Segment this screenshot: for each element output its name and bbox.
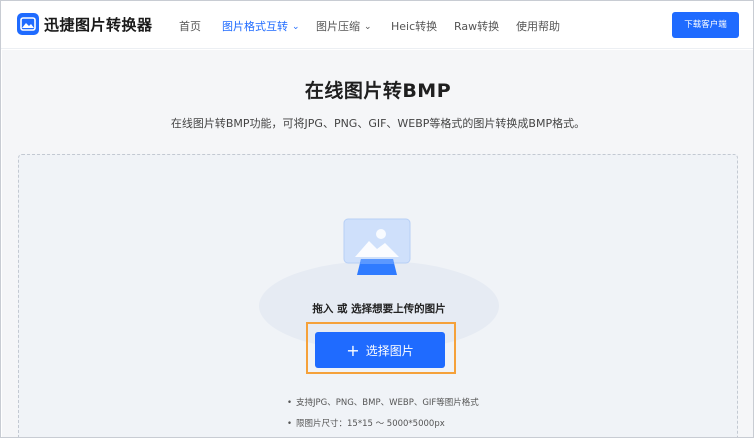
nav-raw[interactable]: Raw转换 [454, 18, 499, 34]
app-window: 迅捷图片转换器 首页 图片格式互转 ⌄ 图片压缩 ⌄ Heic转换 Raw转换 使用… [0, 0, 754, 438]
nav-compress[interactable]: 图片压缩 ⌄ [316, 18, 372, 34]
nav-heic-label: Heic转换 [391, 20, 438, 33]
image-upload-illustration [343, 218, 411, 275]
upload-dropzone[interactable]: 拖入 或 选择想要上传的图片 + 选择图片 • 支持JPG、PNG、BMP、WEBP… [18, 154, 738, 437]
main-content: 在线图片转BMP 在线图片转BMP功能，可将JPG、PNG、GIF、WEBP等格… [2, 50, 753, 437]
brand-name[interactable]: 迅捷图片转换器 [44, 14, 153, 35]
nav-raw-label: Raw转换 [454, 20, 500, 33]
bullet-icon: • [287, 398, 293, 408]
nav-home[interactable]: 首页 [179, 18, 201, 34]
dropzone-instruction: 拖入 或 选择想要上传的图片 [312, 303, 446, 315]
select-image-label: 选择图片 [365, 344, 414, 358]
nav-compress-label: 图片压缩 [316, 20, 360, 33]
nav-help-label: 使用帮助 [516, 20, 560, 33]
plus-icon: + [346, 341, 360, 360]
page-title: 在线图片转BMP [304, 80, 452, 102]
nav-format-convert[interactable]: 图片格式互转 ⌄ [222, 18, 300, 34]
nav-heic[interactable]: Heic转换 [391, 18, 437, 34]
chevron-down-icon: ⌄ [364, 22, 372, 32]
page-subtitle: 在线图片转BMP功能，可将JPG、PNG、GIF、WEBP等格式的图片转换成BM… [170, 117, 586, 130]
download-client-button[interactable]: 下载客户端 [672, 12, 739, 38]
top-navbar: 迅捷图片转换器 首页 图片格式互转 ⌄ 图片压缩 ⌄ Heic转换 Raw转换 使用… [1, 1, 753, 49]
image-logo-icon[interactable] [17, 13, 39, 35]
bullet-icon: • [287, 419, 293, 429]
nav-help[interactable]: 使用帮助 [516, 18, 560, 34]
format-note-text: 支持JPG、PNG、BMP、WEBP、GIF等图片格式 [296, 398, 479, 408]
format-note: • 支持JPG、PNG、BMP、WEBP、GIF等图片格式 [287, 396, 479, 408]
chevron-down-icon: ⌄ [292, 22, 300, 32]
select-image-button[interactable]: + 选择图片 [315, 332, 445, 368]
size-note: • 限图片尺寸：15*15 ～ 5000*5000px [287, 417, 445, 429]
size-note-text: 限图片尺寸：15*15 ～ 5000*5000px [296, 419, 445, 429]
nav-format-convert-label: 图片格式互转 [222, 20, 288, 33]
nav-home-label: 首页 [179, 20, 201, 33]
